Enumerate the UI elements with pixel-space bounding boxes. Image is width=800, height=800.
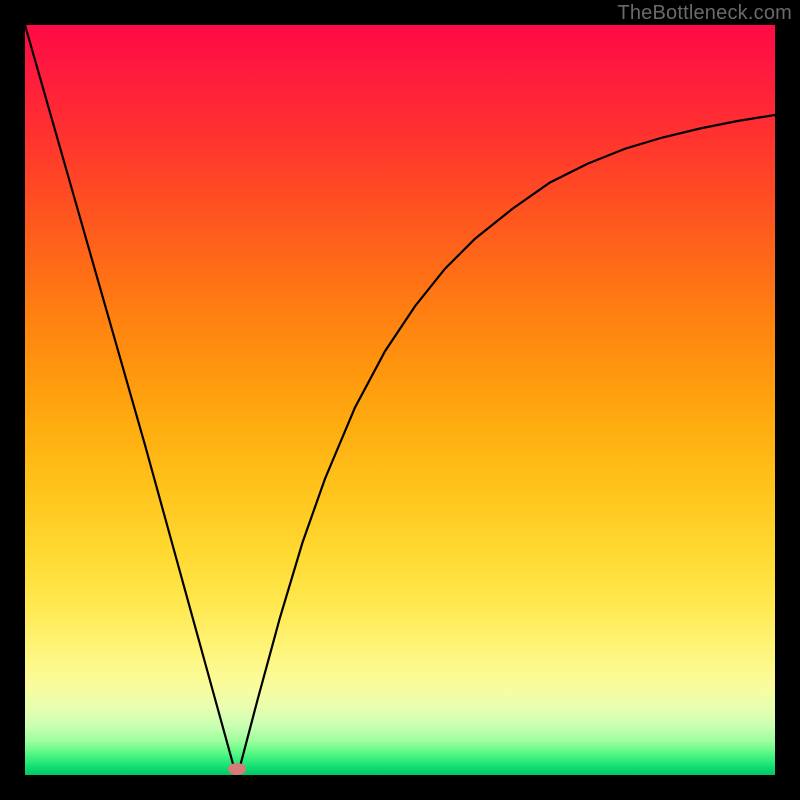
chart-frame: TheBottleneck.com — [0, 0, 800, 800]
bottleneck-marker — [228, 763, 246, 775]
curve-right-branch — [239, 115, 775, 771]
curve-left-branch — [25, 25, 235, 771]
plot-area — [25, 25, 775, 775]
attribution-label: TheBottleneck.com — [617, 2, 792, 25]
curve-svg — [25, 25, 775, 775]
